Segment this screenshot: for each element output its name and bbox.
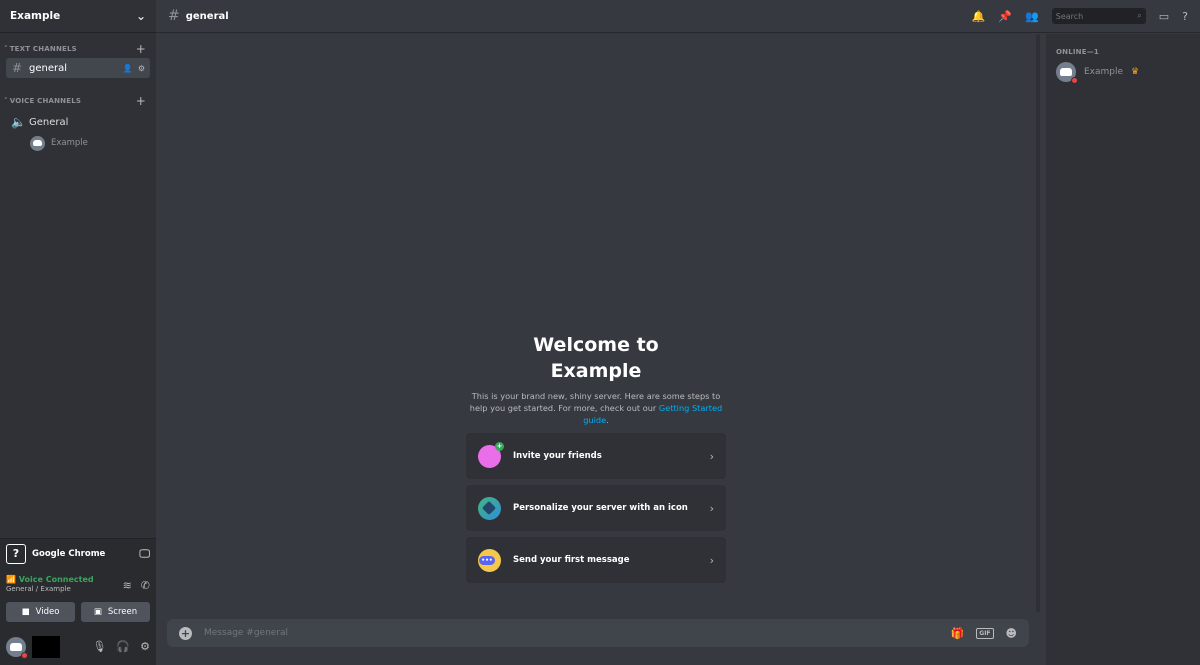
search-icon: ⌕ [1137, 11, 1142, 20]
gear-icon[interactable]: ⚙ [138, 64, 145, 73]
dnd-status-icon [1071, 77, 1078, 84]
crown-icon: ♛ [1131, 67, 1140, 77]
gif-icon[interactable]: GIF [976, 627, 994, 639]
add-attachment-icon[interactable]: + [179, 626, 192, 640]
chevron-right-icon: › [709, 553, 714, 567]
pin-icon[interactable]: 📌 [998, 10, 1012, 23]
camera-icon: ■ [21, 607, 30, 617]
speaker-icon: 🔈 [11, 115, 26, 129]
discord-app: Example ⌄ ˅ TEXT CHANNELS + # general 👤 ⚙… [0, 0, 1200, 665]
screen-share-icon[interactable]: 🖵 [139, 547, 150, 561]
card-label: Invite your friends [513, 451, 602, 461]
voice-user[interactable]: Example [0, 132, 156, 154]
video-button[interactable]: ■ Video [6, 602, 75, 622]
dnd-status-icon [21, 651, 28, 659]
avatar[interactable] [6, 636, 28, 659]
headphones-icon[interactable]: 🎧 [116, 640, 130, 653]
category-label: VOICE CHANNELS [9, 97, 82, 105]
member-name: Example [1084, 67, 1124, 77]
noise-suppression-icon[interactable]: ≋ [123, 579, 132, 592]
welcome-desc-end: . [606, 415, 609, 425]
voice-location[interactable]: General / Example [6, 585, 94, 594]
server-header[interactable]: Example ⌄ [0, 0, 156, 33]
channel-label: General [29, 116, 69, 128]
welcome-title: Welcome to Example [466, 332, 726, 384]
emoji-icon[interactable]: ☻ [1006, 627, 1017, 640]
channel-label: general [29, 62, 68, 74]
screen-icon: ▣ [93, 607, 102, 617]
avatar [1056, 62, 1078, 84]
personalize-server-card[interactable]: Personalize your server with an icon › [466, 485, 726, 531]
screen-button[interactable]: ▣ Screen [81, 602, 150, 622]
hash-icon: # [11, 61, 23, 75]
channel-header: # general 🔔 📌 👥 Search ⌕ ▭ ? [156, 0, 1200, 33]
invite-icon[interactable]: 👤 [123, 64, 133, 73]
chevron-right-icon: › [709, 501, 714, 515]
setup-cards: Invite your friends › Personalize your s… [466, 433, 726, 589]
gift-icon[interactable]: 🎁 [951, 627, 965, 640]
help-icon[interactable]: ? [1182, 10, 1188, 23]
channel-general[interactable]: # general 👤 ⚙ [6, 58, 150, 78]
category-text-channels[interactable]: ˅ TEXT CHANNELS + [0, 42, 156, 56]
search-input[interactable]: Search ⌕ [1051, 8, 1146, 24]
inbox-icon[interactable]: ▭ [1159, 10, 1169, 23]
user-panel: 🎙 🎧 ⚙ [0, 628, 156, 665]
message-icon [478, 548, 501, 572]
signal-icon: 📶 [6, 575, 16, 584]
category-label: TEXT CHANNELS [9, 45, 77, 53]
voice-status[interactable]: 📶 Voice Connected [6, 574, 94, 585]
welcome-section: Welcome to Example This is your brand ne… [466, 332, 726, 426]
redacted-username [32, 635, 60, 658]
bell-icon[interactable]: 🔔 [972, 10, 986, 23]
members-icon[interactable]: 👥 [1025, 10, 1039, 23]
welcome-title-line2: Example [550, 360, 642, 382]
stream-panel: ? Google Chrome 🖵 [0, 538, 156, 568]
video-label: Video [35, 607, 60, 617]
avatar [30, 135, 45, 151]
message-input[interactable]: + Message #general 🎁 GIF ☻ [167, 619, 1029, 647]
gear-icon[interactable]: ⚙ [140, 640, 150, 653]
chat-area: Welcome to Example This is your brand ne… [156, 34, 1040, 665]
search-placeholder: Search [1055, 11, 1084, 21]
first-message-card[interactable]: Send your first message › [466, 537, 726, 583]
welcome-title-line1: Welcome to [533, 334, 659, 356]
create-channel-icon[interactable]: + [136, 94, 146, 108]
microphone-icon[interactable]: 🎙 [92, 640, 106, 653]
member-list: ONLINE—1 Example ♛ [1046, 34, 1200, 665]
chevron-down-icon: ⌄ [135, 9, 146, 23]
category-voice-channels[interactable]: ˅ VOICE CHANNELS + [0, 94, 156, 108]
welcome-description: This is your brand new, shiny server. He… [466, 390, 726, 426]
hash-icon: # [168, 8, 180, 24]
scrollbar[interactable] [1036, 34, 1040, 612]
create-channel-icon[interactable]: + [136, 42, 146, 56]
question-icon: ? [6, 543, 26, 564]
disconnect-icon[interactable]: ✆ [141, 579, 150, 592]
personalize-icon [478, 496, 501, 520]
voice-channel-general[interactable]: 🔈 General [6, 112, 150, 132]
message-placeholder: Message #general [204, 628, 289, 638]
channel-title: general [185, 10, 229, 22]
chevron-right-icon: › [709, 449, 714, 463]
member-group-heading: ONLINE—1 [1056, 48, 1099, 56]
screen-label: Screen [107, 607, 138, 617]
server-name: Example [10, 10, 61, 22]
stream-app-name: Google Chrome [32, 548, 106, 559]
card-label: Personalize your server with an icon [513, 503, 688, 513]
invite-icon [478, 441, 504, 468]
member-item[interactable]: Example ♛ [1046, 60, 1200, 84]
voice-panel: 📶 Voice Connected General / Example ≋ ✆ … [0, 568, 156, 628]
voice-status-label: Voice Connected [18, 575, 94, 584]
chevron-down-icon: ˅ [4, 97, 8, 105]
chevron-down-icon: ˅ [4, 45, 8, 53]
voice-user-name: Example [51, 138, 88, 148]
card-label: Send your first message [513, 555, 630, 565]
invite-friends-card[interactable]: Invite your friends › [466, 433, 726, 479]
